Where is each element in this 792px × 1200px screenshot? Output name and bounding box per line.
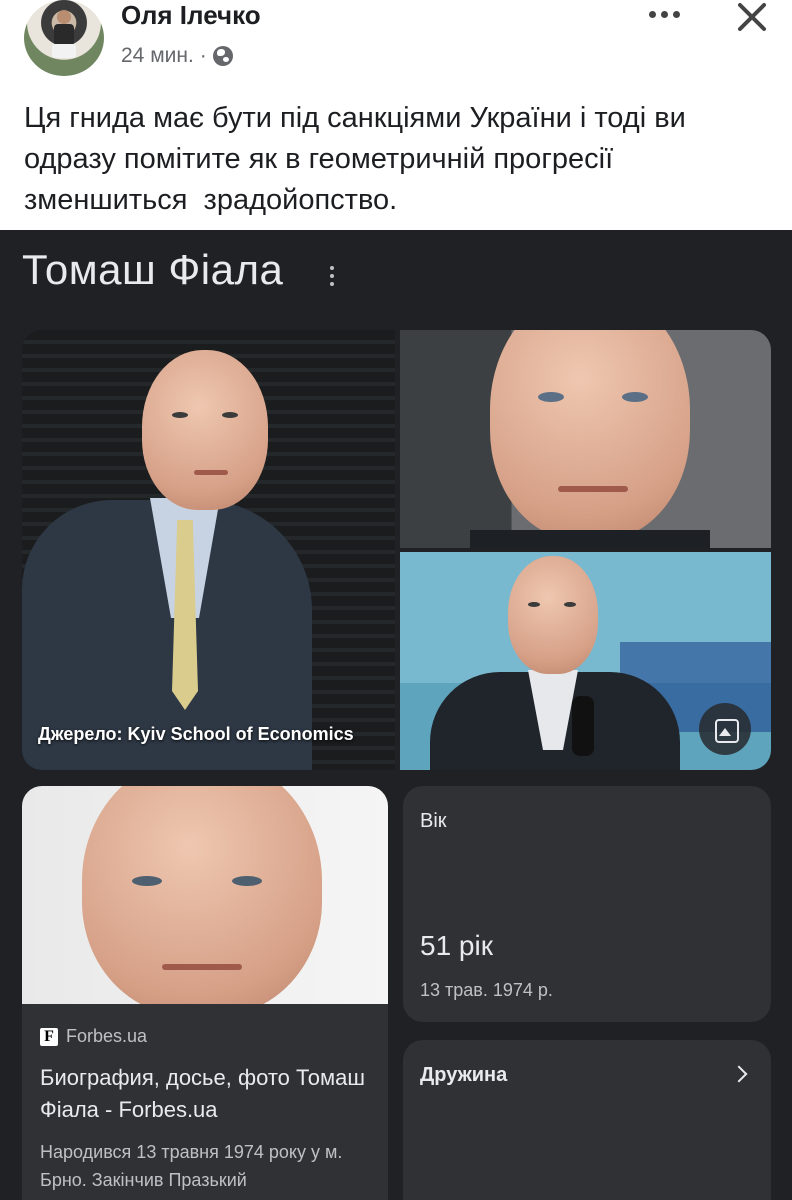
post-text: Ця гнида має бути під санкціями України … <box>24 102 694 216</box>
source-title[interactable]: Биография, досье, фото Томаш Фіала - For… <box>40 1062 370 1126</box>
vertical-more-icon[interactable] <box>330 266 336 286</box>
post-time[interactable]: 24 мин. <box>121 44 194 68</box>
photo-closeup[interactable] <box>400 330 771 548</box>
birth-date: 13 трав. 1974 р. <box>420 980 553 1000</box>
panel-title: Томаш Фіала <box>22 246 284 293</box>
photo-caption: Джерело: Kyiv School of Economics <box>38 724 354 744</box>
age-card: Вік 51 рік 13 трав. 1974 р. <box>403 786 771 1022</box>
author-name[interactable]: Оля Ілечко <box>121 0 261 31</box>
chevron-right-icon[interactable] <box>730 1065 748 1083</box>
spouse-label: Дружина <box>420 1064 508 1086</box>
forbes-icon: F <box>40 1027 58 1046</box>
post-meta: 24 мин. · <box>121 44 233 68</box>
post-header: Оля Ілечко 24 мин. · <box>0 0 792 90</box>
main-photo[interactable] <box>22 330 395 770</box>
meta-separator: · <box>199 44 207 67</box>
age-label: Вік <box>420 810 447 832</box>
close-icon[interactable] <box>730 0 774 36</box>
globe-icon <box>212 46 233 66</box>
knowledge-panel: Томаш Фіала Джерело: Kyiv School of Econ… <box>0 230 792 1200</box>
age-value: 51 рік <box>420 930 493 961</box>
source-name: Forbes.ua <box>66 1026 148 1046</box>
source-description: Народився 13 травня 1974 року у м. Брно.… <box>40 1142 343 1190</box>
avatar[interactable] <box>24 0 104 76</box>
forbes-thumbnail <box>22 786 388 1004</box>
spouse-card[interactable]: Дружина <box>403 1040 771 1200</box>
avatar-figure <box>52 10 76 66</box>
forbes-card[interactable]: F Forbes.ua Биография, досье, фото Томаш… <box>22 786 388 1200</box>
source-row: F Forbes.ua <box>40 1026 147 1047</box>
more-icon[interactable] <box>640 0 688 28</box>
image-icon[interactable] <box>699 703 751 755</box>
